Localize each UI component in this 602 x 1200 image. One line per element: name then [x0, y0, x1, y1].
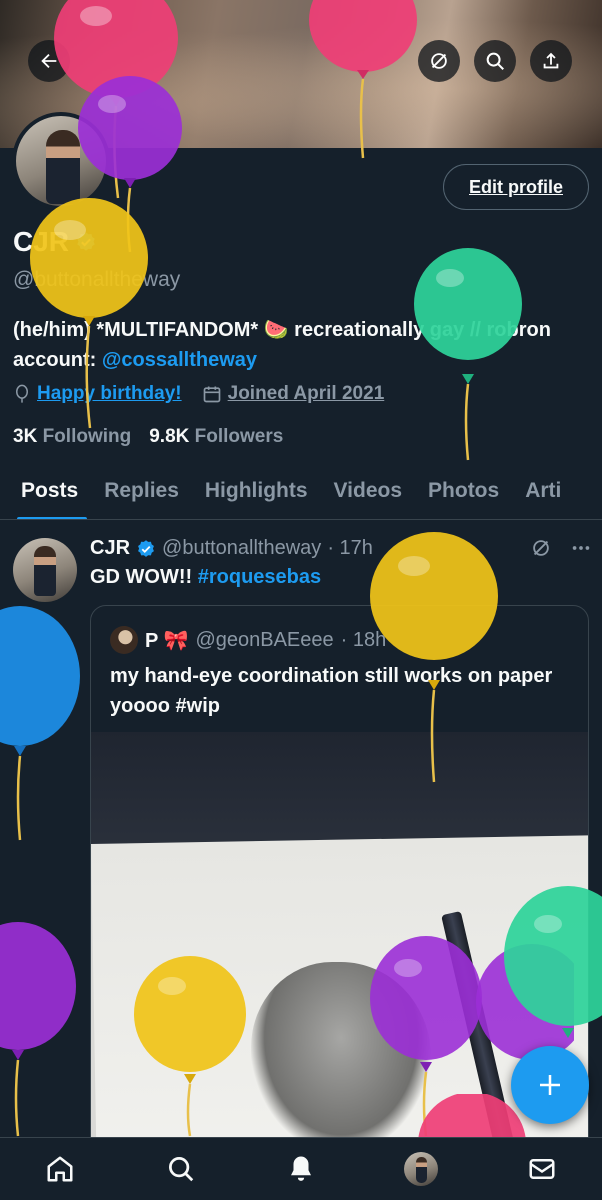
post-avatar[interactable] — [13, 538, 77, 602]
balloon-blue — [0, 606, 80, 841]
bottom-navigation — [0, 1137, 602, 1200]
post-header: CJR @buttonalltheway · 17h — [90, 537, 373, 560]
post-author-name[interactable]: CJR — [90, 537, 130, 560]
plus-icon — [540, 1075, 560, 1095]
tab-videos[interactable]: Videos — [321, 462, 415, 519]
quoted-author-name: P 🎀 — [145, 629, 189, 652]
calendar-icon — [203, 386, 220, 403]
notifications-bell-icon — [290, 1156, 311, 1181]
post-tools — [530, 537, 592, 559]
profile-tabs: Posts Replies Highlights Videos Photos A… — [0, 462, 602, 520]
post-text: GD WOW!! #roquesebas — [90, 566, 321, 589]
search-button[interactable] — [474, 40, 516, 82]
nav-search[interactable] — [151, 1139, 211, 1199]
profile-avatar — [404, 1152, 439, 1186]
share-icon — [543, 52, 559, 69]
post-text-plain: GD WOW!! — [90, 566, 198, 588]
quoted-post-header: P 🎀 @geonBAEeee · 18h — [110, 626, 386, 654]
image-tablet-device — [91, 732, 588, 847]
post-hashtag-link[interactable]: #roquesebas — [198, 566, 321, 588]
balloon-yellow — [30, 198, 148, 429]
share-button[interactable] — [530, 40, 572, 82]
more-options-icon[interactable] — [570, 537, 592, 559]
verified-badge-icon — [138, 539, 154, 557]
balloon-pink — [418, 1094, 526, 1138]
nav-home[interactable] — [30, 1139, 90, 1199]
tab-highlights[interactable]: Highlights — [192, 462, 321, 519]
search-icon — [168, 1157, 193, 1182]
balloon-yellow — [134, 956, 246, 1137]
post-author-handle[interactable]: @buttonalltheway — [162, 537, 321, 560]
nav-profile[interactable] — [391, 1139, 451, 1199]
balloon-yellow — [370, 532, 498, 783]
messages-icon — [529, 1159, 555, 1179]
nav-messages[interactable] — [512, 1139, 572, 1199]
quoted-post-text: my hand-eye coordination still works on … — [110, 665, 553, 717]
joined-date: Joined April 2021 — [227, 383, 385, 404]
grok-icon[interactable] — [530, 537, 552, 559]
edit-profile-button[interactable]: Edit profile — [443, 164, 589, 210]
home-icon — [47, 1156, 73, 1182]
nav-notifications[interactable] — [271, 1139, 331, 1199]
search-icon — [486, 52, 504, 70]
followers-count: 9.8K — [149, 426, 190, 447]
quoted-author-handle: @geonBAEeee — [195, 628, 334, 651]
tab-replies[interactable]: Replies — [91, 462, 192, 519]
tab-articles[interactable]: Arti — [512, 462, 574, 519]
balloon-green — [414, 248, 522, 461]
quoted-author-avatar — [110, 626, 138, 654]
grok-button[interactable] — [418, 40, 460, 82]
compose-post-button[interactable] — [511, 1046, 589, 1124]
followers-link[interactable]: 9.8K Followers — [149, 426, 283, 448]
balloon-pink — [309, 0, 417, 159]
post-timestamp[interactable]: · 17h — [327, 537, 373, 560]
grok-icon — [431, 53, 447, 69]
balloon-green — [504, 886, 602, 1038]
balloon-purple — [0, 922, 76, 1137]
tab-posts[interactable]: Posts — [0, 462, 91, 519]
tab-photos[interactable]: Photos — [415, 462, 512, 519]
followers-label: Followers — [194, 426, 284, 447]
avatar-photo-figure — [34, 546, 56, 596]
